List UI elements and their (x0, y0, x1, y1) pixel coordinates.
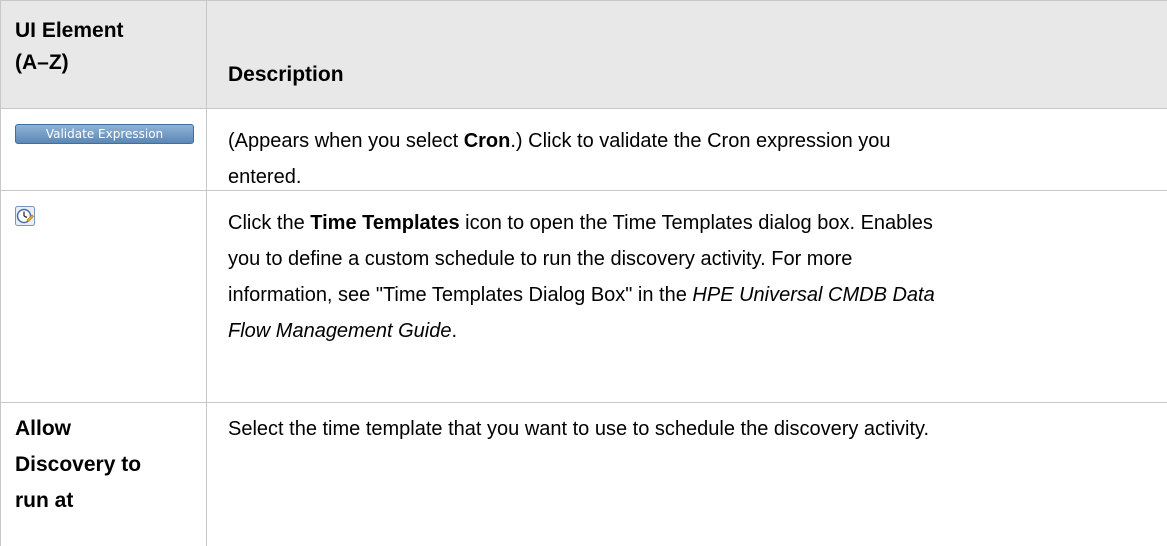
description-line: information, see "Time Templates Dialog … (228, 277, 1158, 313)
validate-expression-button[interactable]: Validate Expression (15, 124, 194, 144)
ui-element-name-line: Discovery to (15, 453, 142, 476)
description-text: . (451, 320, 458, 342)
table-border-left (0, 109, 1, 190)
table-border-left (0, 191, 1, 402)
ui-element-name: Allow Discovery to run at (15, 411, 195, 519)
description-text: Click the (228, 212, 311, 234)
description-text: (Appears when you select (228, 130, 464, 152)
table-row: Validate Expression (Appears when you se… (0, 109, 1167, 191)
table-header-row: UI Element (A–Z) Description (0, 0, 1167, 109)
ui-element-table: UI Element (A–Z) Description Validate Ex… (0, 0, 1167, 546)
column-divider (206, 1, 207, 108)
time-templates-clock-icon[interactable] (15, 206, 35, 226)
description-line: Flow Management Guide. (228, 313, 1158, 349)
header-ui-element-line2: (A–Z) (15, 51, 69, 74)
guide-title-link: Flow Management Guide (228, 320, 452, 342)
column-divider (206, 403, 207, 546)
header-ui-element: UI Element (A–Z) (15, 15, 195, 79)
description-line: you to define a custom schedule to run t… (228, 248, 853, 270)
ui-element-name-line: run at (15, 489, 74, 512)
table-row: Allow Discovery to run at Select the tim… (0, 403, 1167, 546)
column-divider (206, 191, 207, 402)
description-bold-time-templates: Time Templates (310, 212, 460, 234)
description-line: Click the Time Templates icon to open th… (228, 205, 1158, 241)
description-line: entered. (228, 166, 302, 188)
table-row: Click the Time Templates icon to open th… (0, 191, 1167, 403)
column-divider (206, 109, 207, 190)
description-text: .) Click to validate the Cron expression… (510, 130, 891, 152)
description-text: icon to open the Time Templates dialog b… (459, 212, 933, 234)
ui-element-name-line: Allow (15, 417, 71, 440)
description-line: (Appears when you select Cron.) Click to… (228, 123, 1158, 159)
row-description: Select the time template that you want t… (228, 418, 930, 440)
header-ui-element-line1: UI Element (15, 19, 124, 42)
description-bold-cron: Cron (463, 130, 511, 152)
table-border-left (0, 1, 1, 108)
description-text: information, see "Time Templates Dialog … (228, 284, 693, 306)
row-description: (Appears when you select Cron.) Click to… (228, 123, 1158, 195)
table-border-left (0, 403, 1, 546)
header-description: Description (228, 63, 344, 86)
row-description: Click the Time Templates icon to open th… (228, 205, 1158, 349)
guide-title-link: HPE Universal CMDB Data (692, 284, 935, 306)
